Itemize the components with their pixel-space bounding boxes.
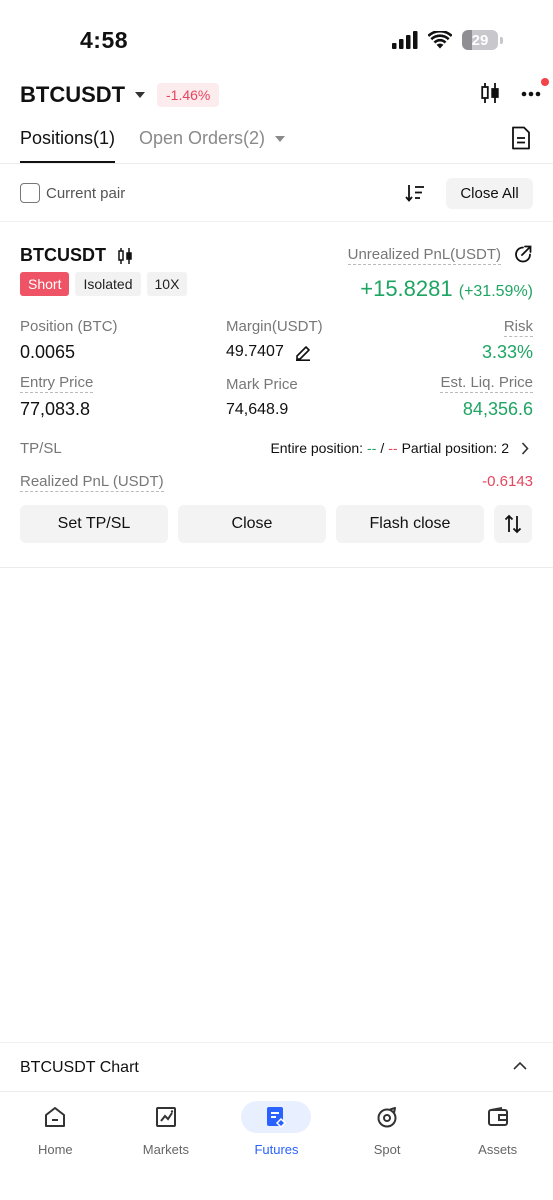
tpsl-info[interactable]: Entire position: -- / -- Partial position:… <box>270 440 529 456</box>
unrealized-pnl-percent: (+31.59%) <box>458 283 533 300</box>
unrealized-pnl-amount: +15.8281 <box>360 276 453 301</box>
position-symbol-name: BTCUSDT <box>20 245 106 265</box>
symbol-selector[interactable]: BTCUSDT <box>20 82 146 108</box>
status-bar: 4:58 29 <box>0 0 553 80</box>
order-history-icon[interactable] <box>511 126 531 150</box>
candlestick-chart-icon[interactable] <box>118 247 132 265</box>
close-all-button[interactable]: Close All <box>446 178 533 209</box>
tpsl-separator: / <box>380 440 385 456</box>
bottom-nav: Home Markets Futures Spot Assets <box>0 1093 553 1200</box>
margin-value: 49.7407 <box>226 343 284 361</box>
nav-label-markets: Markets <box>142 1142 189 1157</box>
nav-label-spot: Spot <box>373 1142 401 1157</box>
more-icon <box>521 91 541 97</box>
position-size-value: 0.0065 <box>20 342 76 362</box>
candlestick-chart-icon[interactable] <box>481 82 499 104</box>
symbol-name: BTCUSDT <box>20 82 126 107</box>
margin-label: Margin(USDT) <box>226 318 323 335</box>
realized-pnl-label[interactable]: Realized PnL (USDT) <box>20 473 164 492</box>
tpsl-partial: Partial position: 2 <box>401 440 509 456</box>
unrealized-pnl-value: +15.8281 (+31.59%) <box>360 276 533 302</box>
wallet-icon <box>487 1107 508 1126</box>
tab-open-orders[interactable]: Open Orders(2) <box>139 128 286 149</box>
chevron-right-icon <box>521 441 529 455</box>
nav-label-home: Home <box>37 1142 73 1157</box>
position-tags: Short Isolated 10X <box>20 272 188 296</box>
share-icon[interactable] <box>513 244 533 264</box>
signal-icon <box>392 31 418 49</box>
spot-icon <box>377 1107 397 1128</box>
tpsl-tp-value: -- <box>367 440 377 456</box>
price-change-badge: -1.46% <box>157 83 220 107</box>
current-pair-checkbox[interactable] <box>20 183 40 203</box>
close-position-button[interactable]: Close <box>178 505 326 543</box>
margin-mode-tag[interactable]: Isolated <box>75 272 141 296</box>
caret-down-icon <box>275 135 286 142</box>
filter-row: Current pair Close All <box>0 176 553 222</box>
nav-item-home[interactable]: Home <box>0 1093 111 1200</box>
margin-value-wrap: 49.7407 <box>226 343 312 361</box>
set-tpsl-button[interactable]: Set TP/SL <box>20 505 168 543</box>
tab-open-orders-label: Open Orders(2) <box>139 128 266 148</box>
position-symbol: BTCUSDT <box>20 245 132 266</box>
status-time: 4:58 <box>80 27 129 53</box>
notification-dot <box>541 78 549 86</box>
chart-toggle-bar[interactable]: BTCUSDT Chart <box>0 1042 553 1092</box>
header: BTCUSDT -1.46% <box>0 78 553 114</box>
nav-item-spot[interactable]: Spot <box>332 1093 443 1200</box>
nav-label-assets: Assets <box>478 1142 518 1157</box>
reverse-position-button[interactable] <box>494 505 532 543</box>
entry-price-value: 77,083.8 <box>20 399 91 419</box>
liq-price-value: 84,356.6 <box>462 399 533 419</box>
unrealized-pnl-label: Unrealized PnL(USDT) <box>347 246 501 265</box>
tab-positions[interactable]: Positions(1) <box>20 128 116 163</box>
tpsl-entire-label: Entire position: <box>270 440 364 456</box>
more-menu[interactable] <box>521 78 549 102</box>
edit-margin-icon[interactable] <box>294 343 312 361</box>
chart-bar-label: BTCUSDT Chart <box>20 1059 139 1076</box>
markets-icon <box>155 1107 176 1127</box>
caret-down-icon <box>135 92 146 98</box>
status-icons: 29 <box>392 30 503 50</box>
liq-price-label[interactable]: Est. Liq. Price <box>440 374 533 393</box>
tabs: Positions(1) Open Orders(2) <box>0 122 553 164</box>
position-actions: Set TP/SL Close Flash close <box>20 505 532 543</box>
leverage-tag[interactable]: 10X <box>146 272 188 296</box>
mark-price-value: 74,648.9 <box>226 401 289 418</box>
mark-price-label: Mark Price <box>226 376 298 393</box>
nav-item-markets[interactable]: Markets <box>111 1093 222 1200</box>
nav-item-assets[interactable]: Assets <box>442 1093 553 1200</box>
nav-label-futures: Futures <box>254 1142 299 1157</box>
tpsl-label: TP/SL <box>20 440 62 457</box>
home-icon <box>45 1107 66 1127</box>
nav-item-futures[interactable]: Futures <box>221 1093 332 1200</box>
realized-pnl-value: -0.6143 <box>482 473 533 490</box>
risk-value: 3.33% <box>481 342 533 362</box>
position-card: BTCUSDT Short Isolated 10X Unrealized Pn… <box>0 240 553 568</box>
entry-price-label[interactable]: Entry Price <box>20 374 94 393</box>
reverse-arrows-icon <box>504 514 522 534</box>
battery-level: 29 <box>471 31 489 49</box>
battery-indicator: 29 <box>462 30 503 50</box>
flash-close-button[interactable]: Flash close <box>336 505 484 543</box>
wifi-icon <box>428 31 452 49</box>
tpsl-sl-value: -- <box>388 440 398 456</box>
side-tag: Short <box>20 272 70 296</box>
chevron-up-icon <box>513 1061 527 1070</box>
current-pair-label: Current pair <box>46 185 126 202</box>
sort-icon[interactable] <box>405 183 425 203</box>
risk-label[interactable]: Risk <box>503 318 533 337</box>
futures-icon <box>267 1107 287 1129</box>
position-size-label: Position (BTC) <box>20 318 118 335</box>
